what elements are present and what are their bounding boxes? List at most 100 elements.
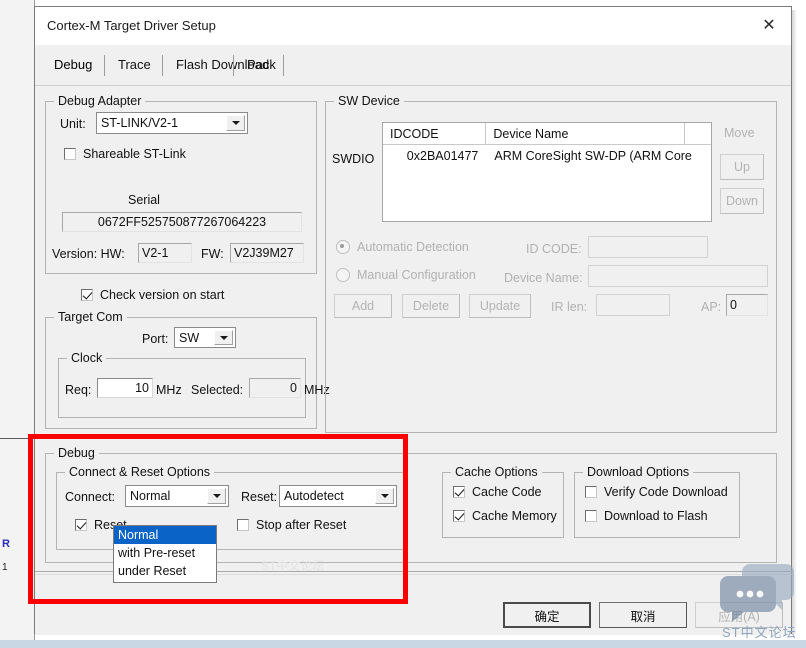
- chevron-down-icon[interactable]: [226, 115, 245, 131]
- download-to-flash-label: Download to Flash: [604, 509, 708, 523]
- ir-len-label: IR len:: [551, 300, 588, 314]
- screen: R 1 Cortex-M Target Driver Setup ✕ Debug…: [0, 0, 806, 648]
- checkbox-box: [585, 510, 597, 522]
- device-list-header: IDCODE Device Name: [383, 123, 711, 145]
- manual-configuration-radio[interactable]: Manual Configuration: [336, 268, 476, 282]
- tab-separator: [104, 55, 105, 76]
- checkbox-box: [81, 289, 93, 301]
- cell-device-name: ARM CoreSight SW-DP (ARM Core: [494, 149, 692, 163]
- cache-options-group: Cache Options Cache Code Cache Memory: [442, 465, 564, 538]
- selected-label: Selected:: [191, 383, 244, 397]
- title-bar: Cortex-M Target Driver Setup ✕: [35, 7, 791, 45]
- tab-separator: [233, 55, 234, 76]
- verify-code-download-checkbox[interactable]: Verify Code Download: [585, 485, 728, 499]
- check-version-on-start-label: Check version on start: [100, 288, 225, 302]
- corner-watermark-text: ST中文论坛: [722, 625, 797, 640]
- connect-dropdown-popup[interactable]: Normal with Pre-reset under Reset: [113, 525, 217, 583]
- serial-label: Serial: [128, 193, 160, 207]
- ir-len-field[interactable]: [596, 294, 670, 316]
- tabs-underline: [35, 85, 791, 86]
- checkbox-box: [453, 486, 465, 498]
- close-icon[interactable]: ✕: [753, 13, 785, 39]
- hw-version-field[interactable]: V2-1: [138, 243, 192, 263]
- swdio-label: SWDIO: [332, 152, 375, 166]
- chevron-down-icon[interactable]: [207, 488, 226, 504]
- download-to-flash-checkbox[interactable]: Download to Flash: [585, 509, 708, 523]
- device-list[interactable]: IDCODE Device Name 0x2BA01477 ARM CoreSi…: [382, 122, 712, 222]
- cancel-button[interactable]: 取消: [599, 602, 687, 628]
- column-idcode: IDCODE: [383, 123, 487, 144]
- connect-combo[interactable]: Normal: [125, 485, 229, 507]
- radio-dot: [336, 240, 350, 254]
- tab-separator: [162, 55, 163, 76]
- cell-idcode: 0x2BA01477: [406, 149, 479, 163]
- shareable-st-link-label: Shareable ST-Link: [83, 147, 186, 161]
- target-com-legend: Target Com: [54, 310, 127, 324]
- req-unit-label: MHz: [156, 383, 182, 397]
- background-taskbar: [0, 640, 806, 648]
- shareable-st-link-checkbox[interactable]: Shareable ST-Link: [64, 147, 186, 161]
- dropdown-option-normal[interactable]: Normal: [114, 526, 216, 544]
- stop-after-reset-checkbox[interactable]: Stop after Reset: [237, 518, 346, 532]
- serial-field[interactable]: 0672FF525750877267064223: [62, 212, 302, 232]
- chevron-down-icon[interactable]: [214, 330, 233, 345]
- radio-dot: [336, 268, 350, 282]
- device-name-label: Device Name:: [504, 271, 583, 285]
- move-up-button[interactable]: Up: [720, 154, 764, 180]
- ap-field[interactable]: 0: [726, 294, 768, 316]
- fw-version-field[interactable]: V2J39M27: [230, 243, 304, 263]
- ok-button[interactable]: 确定: [503, 602, 591, 628]
- background-app-strip: R 1: [0, 0, 35, 640]
- req-clock-field[interactable]: 10: [97, 378, 153, 398]
- checkbox-box: [64, 148, 76, 160]
- cache-code-checkbox[interactable]: Cache Code: [453, 485, 542, 499]
- unit-label: Unit:: [60, 117, 86, 131]
- delete-button[interactable]: Delete: [402, 294, 460, 318]
- cache-memory-checkbox[interactable]: Cache Memory: [453, 509, 557, 523]
- column-device-name: Device Name: [486, 123, 686, 144]
- reset-combo[interactable]: Autodetect: [279, 485, 397, 507]
- id-code-field[interactable]: [588, 236, 708, 258]
- device-name-field[interactable]: [588, 265, 768, 287]
- background-text-3: 1: [2, 562, 8, 573]
- chevron-down-icon[interactable]: [375, 488, 394, 504]
- checkbox-box: [453, 510, 465, 522]
- column-spacer: [685, 123, 711, 144]
- background-divider: [0, 438, 34, 439]
- debug-adapter-legend: Debug Adapter: [54, 94, 146, 108]
- table-row[interactable]: 0x2BA01477 ARM CoreSight SW-DP (ARM Core: [383, 145, 711, 167]
- tab-separator: [283, 55, 284, 76]
- dropdown-option-under-reset[interactable]: under Reset: [114, 562, 216, 580]
- reset-combo-value: Autodetect: [284, 489, 344, 503]
- move-down-button[interactable]: Down: [720, 188, 764, 214]
- selected-clock-field: 0: [249, 378, 301, 398]
- debug-adapter-group: Debug Adapter Unit: ST-LINK/V2-1 Shareab…: [45, 94, 317, 274]
- move-label: Move: [724, 126, 755, 140]
- dropdown-option-with-pre-reset[interactable]: with Pre-reset: [114, 544, 216, 562]
- clock-group: Clock Req: 10 MHz Selected: 0 MHz: [58, 351, 330, 418]
- unit-combo[interactable]: ST-LINK/V2-1: [96, 112, 248, 134]
- stop-after-reset-label: Stop after Reset: [256, 518, 347, 532]
- sw-device-legend: SW Device: [334, 94, 404, 108]
- verify-code-download-label: Verify Code Download: [604, 485, 728, 499]
- unit-combo-value: ST-LINK/V2-1: [101, 116, 179, 130]
- cache-code-label: Cache Code: [472, 485, 542, 499]
- checkbox-box: [585, 486, 597, 498]
- cache-memory-label: Cache Memory: [472, 509, 557, 523]
- cache-options-legend: Cache Options: [451, 465, 542, 479]
- tab-pack[interactable]: Pack: [238, 53, 300, 77]
- fw-label: FW:: [201, 247, 224, 261]
- checkbox-box: [75, 519, 87, 531]
- dialog-body: Debug Trace Flash Download Pack Debug Ad…: [35, 45, 793, 635]
- automatic-detection-radio[interactable]: Automatic Detection: [336, 240, 469, 254]
- port-combo[interactable]: SW: [174, 327, 236, 348]
- cortex-m-target-driver-setup-dialog: Cortex-M Target Driver Setup ✕ Debug Tra…: [34, 6, 793, 635]
- sw-device-group: SW Device SWDIO IDCODE Device Name 0x2BA…: [325, 94, 777, 433]
- reset-label: Reset:: [241, 490, 278, 504]
- version-hw-label: Version: HW:: [52, 247, 125, 261]
- id-code-label: ID CODE:: [526, 242, 582, 256]
- check-version-on-start-checkbox[interactable]: Check version on start: [81, 288, 224, 302]
- update-button[interactable]: Update: [469, 294, 531, 318]
- faint-watermark: ST中文论坛: [261, 559, 325, 573]
- add-button[interactable]: Add: [334, 294, 392, 318]
